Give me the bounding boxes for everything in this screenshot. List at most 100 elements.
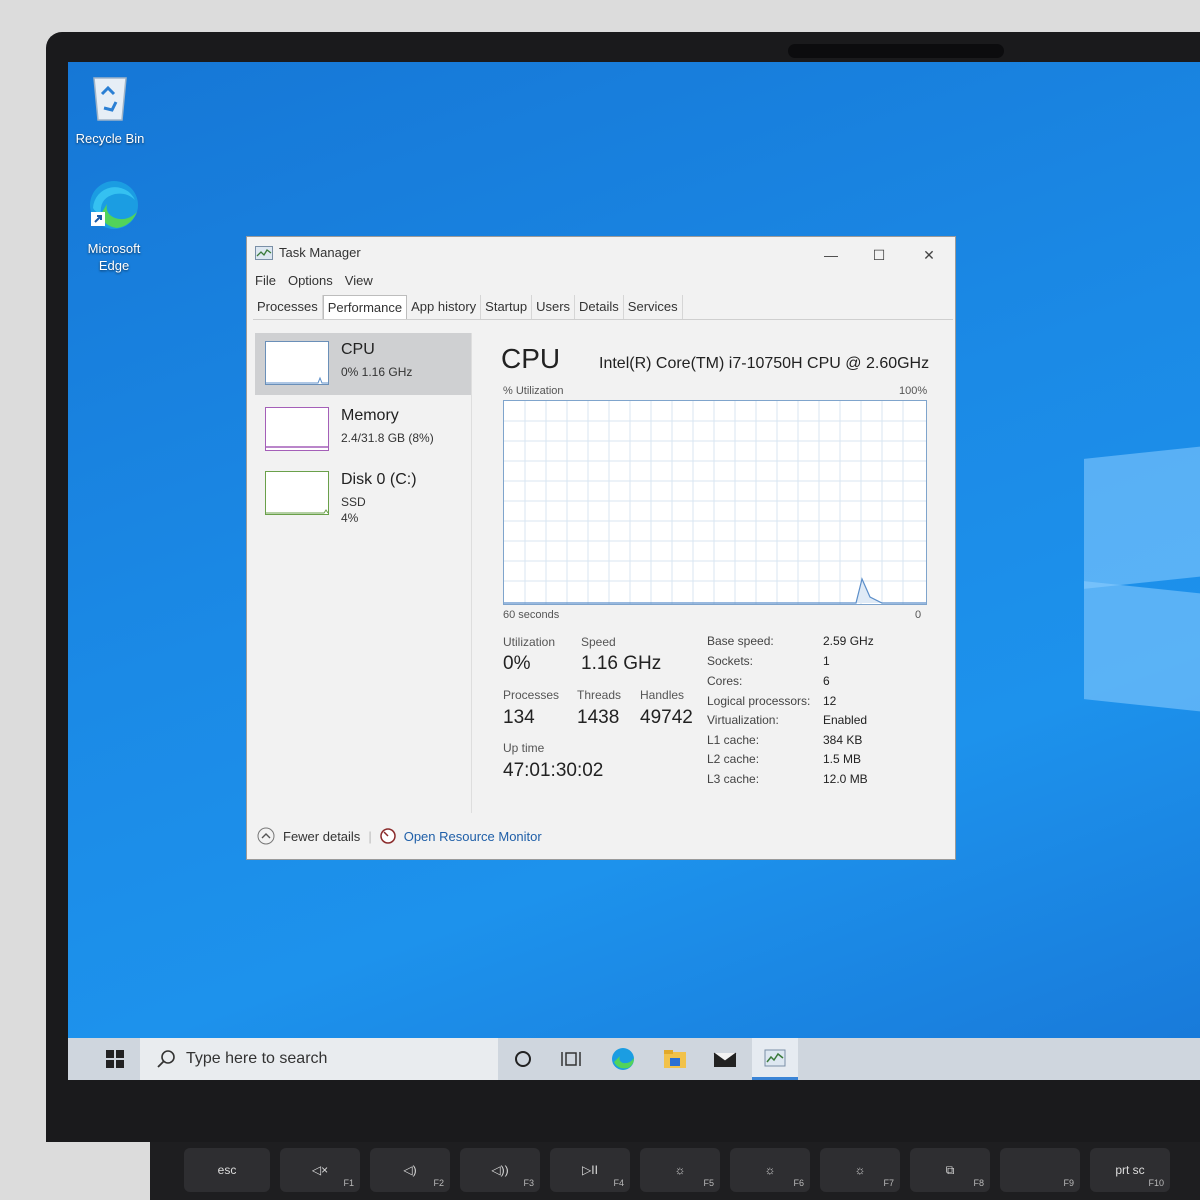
key-f9[interactable]: F9 xyxy=(1000,1148,1080,1192)
key-fn: F3 xyxy=(523,1178,534,1188)
key-label: ☼ xyxy=(674,1163,686,1177)
memory-thumbnail-graph xyxy=(265,407,329,451)
task-view-icon xyxy=(561,1052,581,1066)
keyboard-function-row: esc ◁× F1 ◁) F2 ◁)) F3 ▷II F4 ☼ F5 ☼ F6 ☼ F7 ⧉ F… xyxy=(150,1142,1200,1200)
key-fn: F8 xyxy=(973,1178,984,1188)
key-f6[interactable]: ☼ F6 xyxy=(730,1148,810,1192)
menu-options[interactable]: Options xyxy=(288,273,333,288)
resource-disk[interactable]: Disk 0 (C:) SSD 4% xyxy=(255,463,471,525)
graph-label-max: 100% xyxy=(899,385,928,397)
tab-app-history[interactable]: App history xyxy=(407,295,482,319)
spec-value: 12.0 MB xyxy=(823,772,868,786)
key-f8[interactable]: ⧉ F8 xyxy=(910,1148,990,1192)
threads-value: 1438 xyxy=(577,707,620,728)
minimize-button[interactable]: — xyxy=(821,247,841,263)
taskbar-search-box[interactable]: Type here to search xyxy=(140,1038,498,1080)
key-f4[interactable]: ▷II F4 xyxy=(550,1148,630,1192)
key-fn: F2 xyxy=(433,1178,444,1188)
resource-cpu[interactable]: CPU 0% 1.16 GHz xyxy=(255,333,471,395)
cortana-circle-icon xyxy=(515,1051,531,1067)
key-f2[interactable]: ◁) F2 xyxy=(370,1148,450,1192)
key-label: ☼ xyxy=(854,1163,866,1177)
search-placeholder: Type here to search xyxy=(186,1050,328,1067)
task-view-button[interactable] xyxy=(548,1038,594,1080)
close-button[interactable]: ✕ xyxy=(919,247,939,263)
tab-performance[interactable]: Performance xyxy=(322,295,408,319)
recycle-bin-label: Recycle Bin xyxy=(75,131,145,146)
spec-key: Sockets: xyxy=(707,654,754,668)
menu-view[interactable]: View xyxy=(345,273,373,288)
spec-value: Enabled xyxy=(823,713,868,727)
threads-label: Threads xyxy=(577,688,622,702)
resource-name: Disk 0 (C:) xyxy=(341,471,417,488)
windows-logo-pane xyxy=(1084,581,1200,713)
key-label: ◁) xyxy=(403,1163,417,1177)
tab-services[interactable]: Services xyxy=(624,295,683,319)
windows-start-icon xyxy=(106,1050,124,1068)
handles-value: 49742 xyxy=(640,707,693,728)
key-f10[interactable]: prt sc F10 xyxy=(1090,1148,1170,1192)
key-label: ☼ xyxy=(764,1163,776,1177)
uptime-label: Up time xyxy=(503,741,545,755)
start-button[interactable] xyxy=(92,1038,138,1080)
speed-label: Speed xyxy=(581,635,616,649)
recycle-bin-icon xyxy=(68,72,158,126)
key-f3[interactable]: ◁)) F3 xyxy=(460,1148,540,1192)
taskbar-explorer-button[interactable] xyxy=(652,1038,698,1080)
key-esc[interactable]: esc xyxy=(184,1148,270,1192)
taskbar-task-manager-button[interactable] xyxy=(752,1038,798,1080)
window-title: Task Manager xyxy=(279,245,361,260)
task-manager-icon xyxy=(255,245,273,260)
taskbar-mail-button[interactable] xyxy=(702,1038,748,1080)
chevron-up-icon[interactable] xyxy=(257,827,275,845)
tab-startup[interactable]: Startup xyxy=(481,295,533,319)
key-fn: F4 xyxy=(613,1178,624,1188)
taskbar-edge-button[interactable] xyxy=(600,1038,646,1080)
folder-icon xyxy=(664,1050,686,1068)
cpu-model: Intel(R) Core(TM) i7-10750H CPU @ 2.60GH… xyxy=(599,355,930,372)
taskbar: Type here to search xyxy=(68,1038,1200,1080)
resource-memory[interactable]: Memory 2.4/31.8 GB (8%) xyxy=(255,399,471,461)
cpu-thumbnail-graph xyxy=(265,341,329,385)
key-fn: F9 xyxy=(1063,1178,1074,1188)
resource-detail: 0% 1.16 GHz xyxy=(341,365,413,379)
key-f1[interactable]: ◁× F1 xyxy=(280,1148,360,1192)
spec-value: 12 xyxy=(823,694,837,708)
spec-value: 2.59 GHz xyxy=(823,634,874,648)
menu-file[interactable]: File xyxy=(255,273,276,288)
tab-details[interactable]: Details xyxy=(575,295,624,319)
resource-detail-2: 4% xyxy=(341,511,359,525)
windows-logo-pane xyxy=(1084,445,1200,589)
resource-name: Memory xyxy=(341,407,399,424)
key-f5[interactable]: ☼ F5 xyxy=(640,1148,720,1192)
resource-detail: 2.4/31.8 GB (8%) xyxy=(341,431,434,445)
close-icon: ✕ xyxy=(923,247,935,263)
key-fn: F10 xyxy=(1148,1178,1164,1188)
recycle-bin-shortcut[interactable]: Recycle Bin xyxy=(68,72,158,147)
handles-label: Handles xyxy=(640,688,685,702)
speed-value: 1.16 GHz xyxy=(581,653,662,674)
fewer-details-link[interactable]: Fewer details xyxy=(283,829,360,844)
key-fn: F1 xyxy=(343,1178,354,1188)
minimize-icon: — xyxy=(824,247,838,263)
key-label: prt sc xyxy=(1115,1163,1145,1177)
key-fn: F6 xyxy=(793,1178,804,1188)
key-label: ▷II xyxy=(582,1163,598,1177)
title-bar: Task Manager xyxy=(255,245,361,260)
cortana-button[interactable] xyxy=(500,1038,546,1080)
task-manager-window: Task Manager — ☐ ✕ File Options View Pro… xyxy=(246,236,956,860)
key-label: esc xyxy=(217,1163,237,1177)
tab-processes[interactable]: Processes xyxy=(253,295,323,319)
open-resource-monitor-link[interactable]: Open Resource Monitor xyxy=(404,829,542,844)
utilization-label: Utilization xyxy=(503,635,556,649)
spec-value: 384 KB xyxy=(823,733,863,747)
tab-strip: Processes Performance App history Startu… xyxy=(253,295,953,320)
spec-value: 1.5 MB xyxy=(823,752,862,766)
processes-label: Processes xyxy=(503,688,560,702)
tab-users[interactable]: Users xyxy=(532,295,576,319)
footer: Fewer details | Open Resource Monitor xyxy=(257,827,542,845)
edge-shortcut[interactable]: Microsoft Edge xyxy=(68,178,162,274)
resource-detail: SSD xyxy=(341,495,366,509)
key-f7[interactable]: ☼ F7 xyxy=(820,1148,900,1192)
maximize-button[interactable]: ☐ xyxy=(869,247,889,263)
